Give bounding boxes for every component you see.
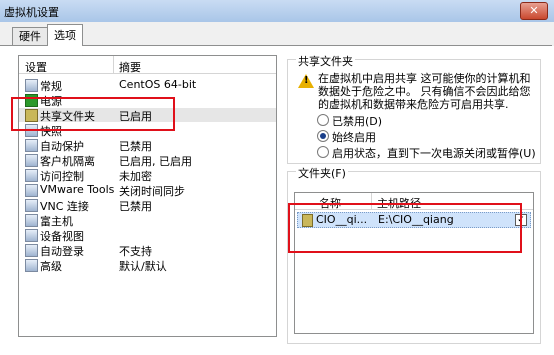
radio-disabled[interactable] [317, 114, 329, 126]
radio-always-enabled[interactable] [317, 130, 329, 142]
row-summary: CentOS 64-bit [119, 78, 197, 91]
settings-row-autoprotect[interactable]: 自动保护 已禁用 [19, 138, 276, 153]
row-name: VMware Tools [40, 183, 115, 196]
row-name: 设备视图 [40, 230, 84, 243]
close-button[interactable]: ✕ [520, 2, 548, 20]
row-summary: 不支持 [119, 245, 152, 258]
vmware-tools-icon [25, 184, 38, 197]
tab-bar: 硬件 选项 [0, 22, 554, 46]
row-name: 常规 [40, 80, 62, 93]
row-summary: 关闭时间同步 [119, 185, 185, 198]
title-bar: 虚拟机设置 ✕ [0, 0, 554, 23]
tab-options[interactable]: 选项 [47, 24, 83, 46]
autoprotect-icon [25, 139, 38, 152]
radio-always-enabled-label[interactable]: 始终启用 [332, 129, 376, 145]
settings-row-guest-isolation[interactable]: 客户机隔离 已启用, 已启用 [19, 153, 276, 168]
row-name: 自动登录 [40, 245, 84, 258]
column-separator [113, 56, 114, 73]
row-summary: 默认/默认 [119, 260, 167, 273]
general-icon [25, 79, 38, 92]
access-control-icon [25, 169, 38, 182]
warning-text: 在虚拟机中启用共享 这可能使你的计算机和数据处于危险之中。 只有确信不会因此给您… [318, 72, 531, 111]
row-name: VNC 连接 [40, 200, 89, 213]
row-summary: 已禁用 [119, 140, 152, 153]
isolation-icon [25, 154, 38, 167]
settings-list-header: 设置 摘要 [19, 56, 276, 74]
settings-row-unity[interactable]: 富主机 [19, 213, 276, 228]
shared-folders-group: 共享文件夹 ! 在虚拟机中启用共享 这可能使你的计算机和数据处于危险之中。 只有… [287, 53, 541, 164]
row-summary: 未加密 [119, 170, 152, 183]
row-name: 访问控制 [40, 170, 84, 183]
radio-until-poweroff[interactable] [317, 146, 329, 158]
row-summary: 已启用, 已启用 [119, 155, 192, 168]
folders-group: 文件夹(F) 名称 主机路径 CIO__qi... E:\CIO__qiang … [287, 165, 541, 344]
unity-icon [25, 214, 38, 227]
folders-legend: 文件夹(F) [296, 165, 348, 181]
settings-row-advanced[interactable]: 高级 默认/默认 [19, 258, 276, 273]
row-name: 富主机 [40, 215, 73, 228]
radio-until-poweroff-label[interactable]: 启用状态，直到下一次电源关闭或暂停(U) [332, 145, 536, 161]
appliance-view-icon [25, 229, 38, 242]
advanced-icon [25, 259, 38, 272]
settings-row-appliance-view[interactable]: 设备视图 [19, 228, 276, 243]
row-summary: 已禁用 [119, 200, 152, 213]
annotation-box-folder-row [288, 203, 522, 253]
radio-disabled-label[interactable]: 已禁用(D) [332, 113, 382, 129]
autologin-icon [25, 244, 38, 257]
shared-folders-legend: 共享文件夹 [296, 53, 355, 69]
vnc-icon [25, 199, 38, 212]
row-name: 高级 [40, 260, 62, 273]
settings-row-vmware-tools[interactable]: VMware Tools 关闭时间同步 [19, 183, 276, 198]
tab-hardware[interactable]: 硬件 [12, 27, 48, 45]
row-name: 客户机隔离 [40, 155, 95, 168]
annotation-box-shared-folders [11, 97, 175, 131]
row-name: 自动保护 [40, 140, 84, 153]
column-summary[interactable]: 摘要 [119, 59, 141, 75]
settings-row-general[interactable]: 常规 CentOS 64-bit [19, 78, 276, 93]
column-setting[interactable]: 设置 [25, 59, 47, 75]
settings-row-access-control[interactable]: 访问控制 未加密 [19, 168, 276, 183]
window-title: 虚拟机设置 [4, 6, 59, 19]
warning-mark: ! [304, 75, 309, 86]
settings-row-vnc[interactable]: VNC 连接 已禁用 [19, 198, 276, 213]
settings-row-autologin[interactable]: 自动登录 不支持 [19, 243, 276, 258]
